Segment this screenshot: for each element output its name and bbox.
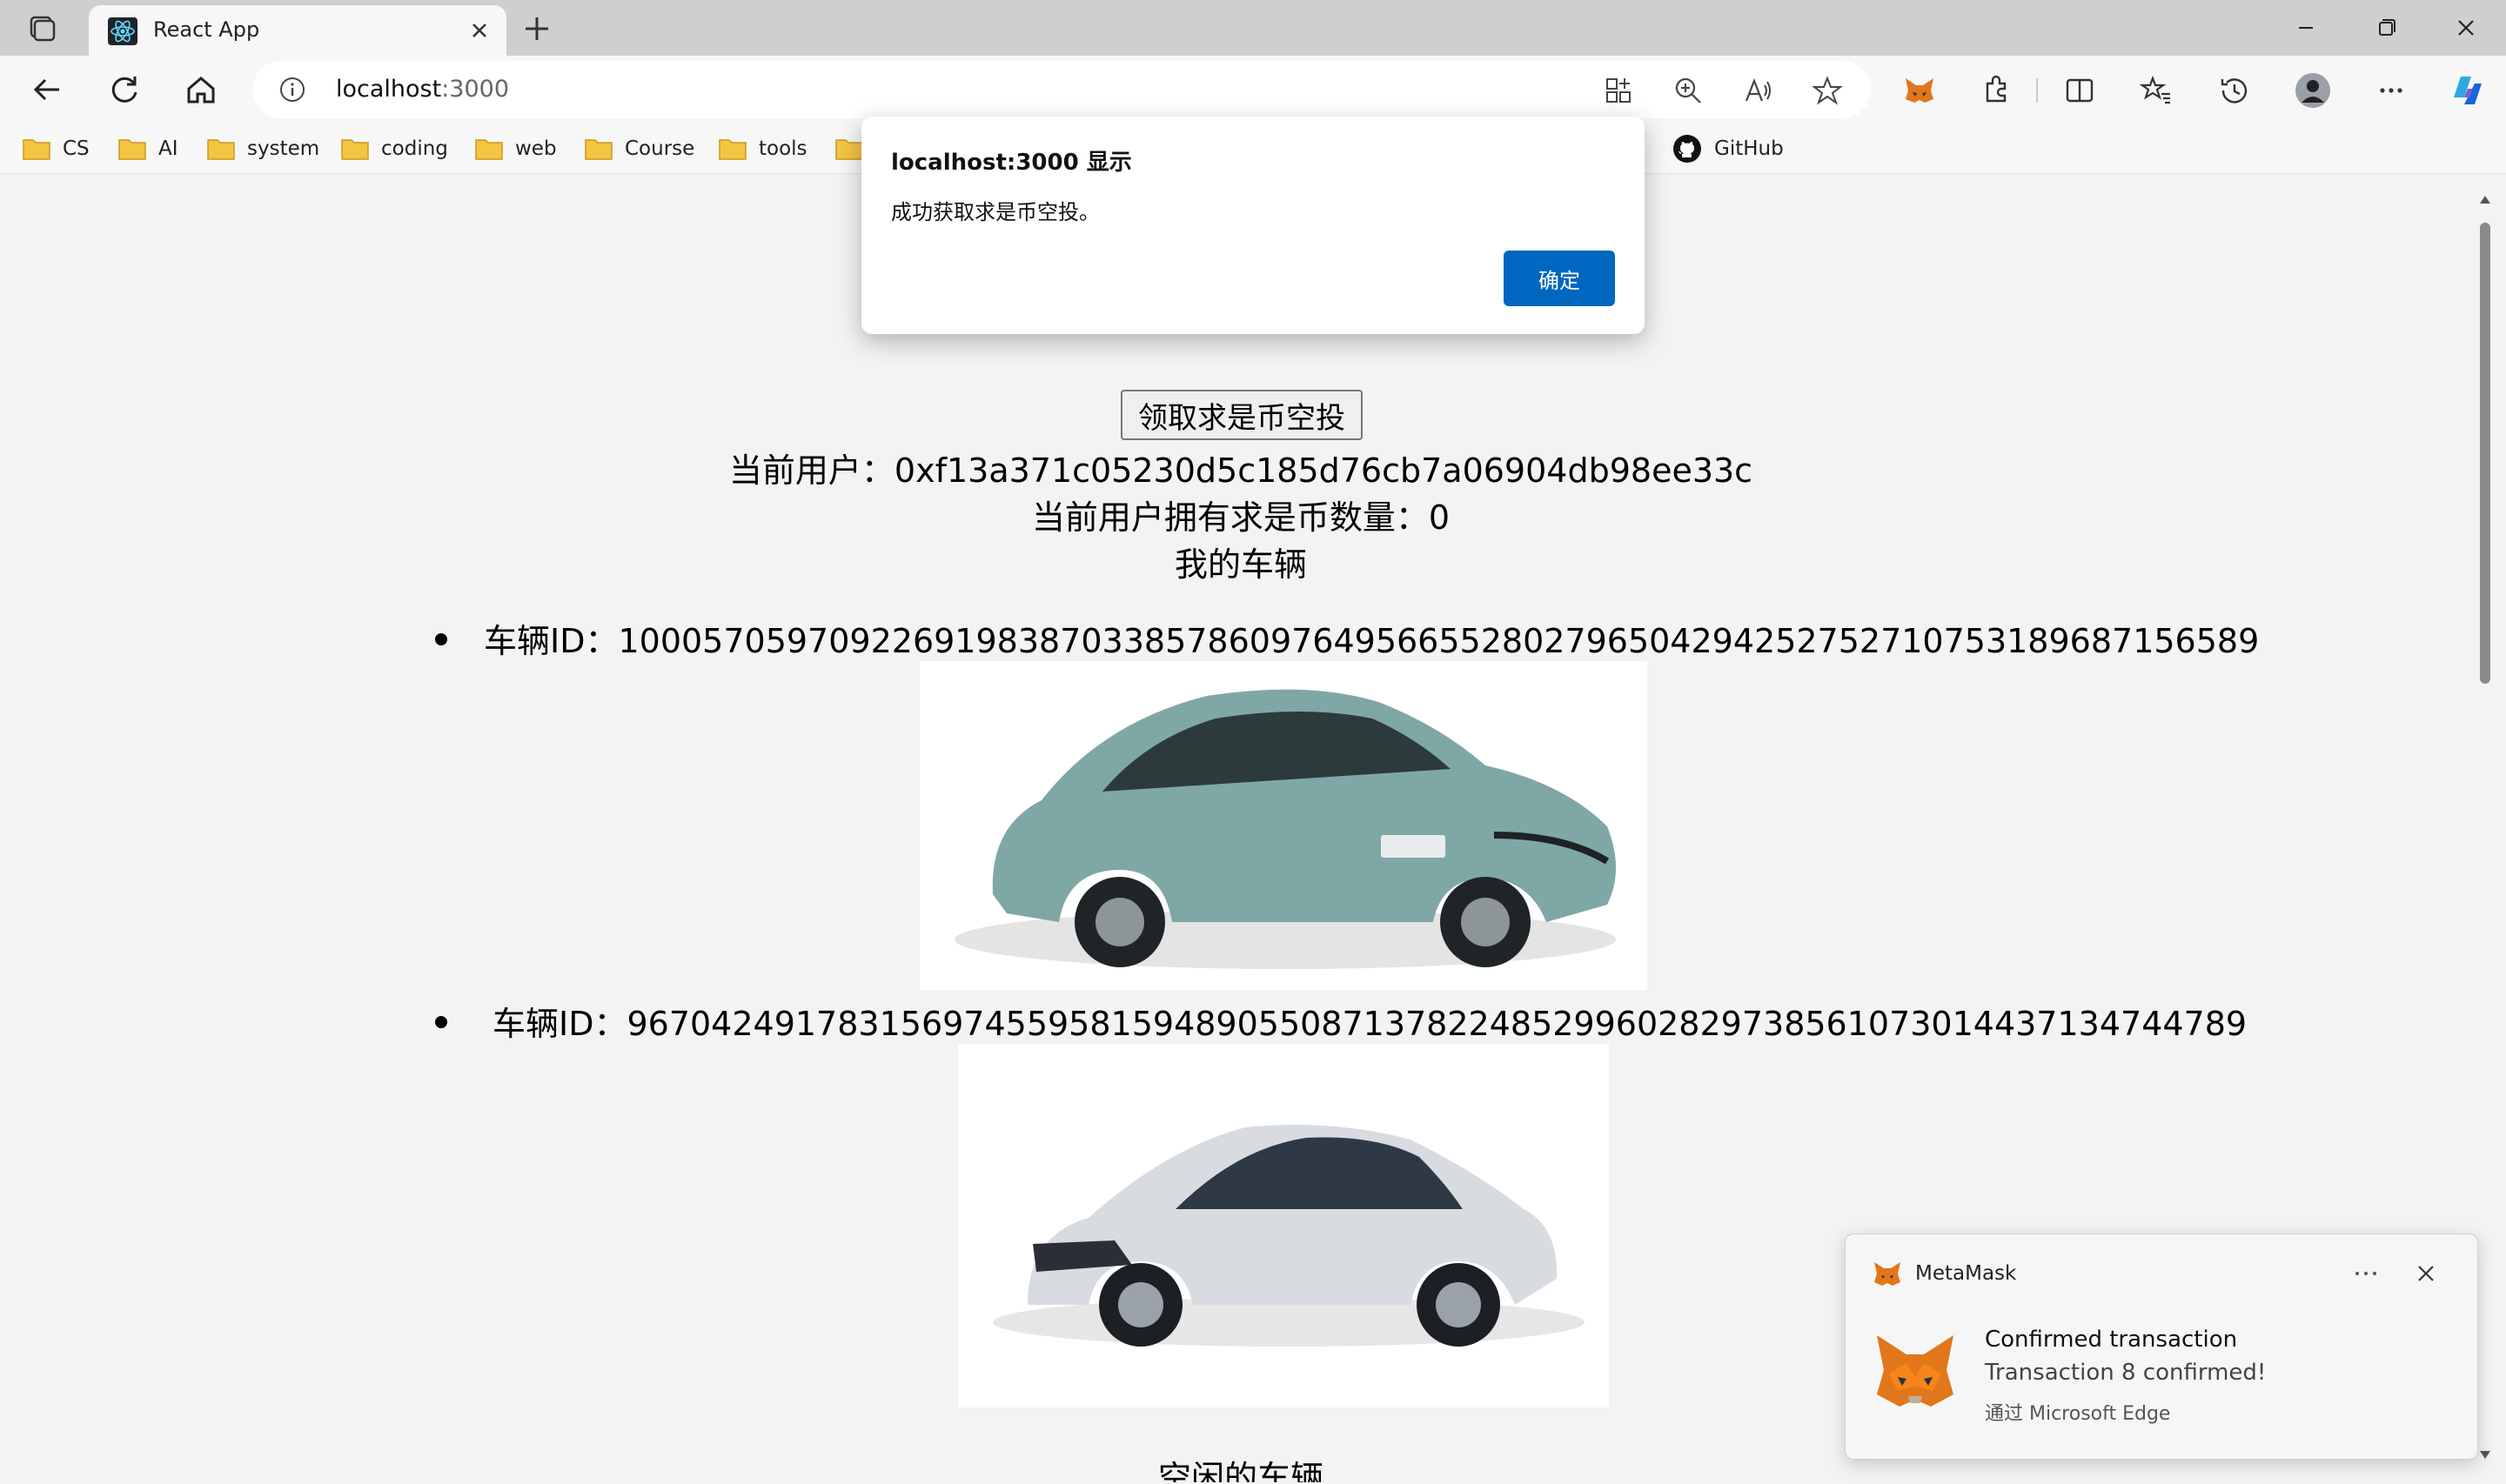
bookmark-label: GitHub [1714, 137, 1784, 160]
folder-icon [118, 139, 146, 160]
history-icon[interactable] [2215, 71, 2254, 110]
bookmark-label: tools [759, 137, 807, 160]
tab-title: React App [153, 17, 260, 42]
folder-icon [835, 139, 863, 160]
notification-title: Confirmed transaction [1985, 1327, 2238, 1353]
bookmark-label: system [247, 137, 320, 160]
react-logo-icon [108, 17, 137, 45]
favorites-icon[interactable] [2137, 71, 2175, 110]
scroll-thumb[interactable] [2480, 223, 2490, 684]
folder-icon [341, 139, 369, 160]
refresh-icon[interactable] [104, 70, 144, 110]
favorite-star-icon[interactable] [1812, 75, 1843, 106]
restore-icon[interactable] [2360, 9, 2412, 47]
my-vehicles-heading: 我的车辆 [1174, 545, 1307, 584]
bookmark-web[interactable]: web [475, 132, 557, 165]
alert-message: 成功获取求是币空投。 [891, 200, 1100, 224]
bookmark-coding[interactable]: coding [341, 132, 448, 165]
close-tab-icon[interactable] [465, 16, 494, 45]
vehicle-id-2: 车辆ID：96704249178315697455958159489055087… [492, 1005, 2248, 1043]
read-aloud-icon[interactable] [1742, 75, 1773, 106]
bookmark-tools[interactable]: tools [719, 132, 807, 165]
metamask-fox-icon [1872, 1259, 1903, 1288]
back-icon[interactable] [28, 70, 68, 110]
notification-more-icon[interactable] [2350, 1260, 2382, 1287]
tab-react-app[interactable]: React App [89, 5, 506, 56]
vehicle-image-2 [958, 1044, 1609, 1407]
url-port: :3000 [441, 76, 510, 103]
url-host: localhost [336, 76, 442, 103]
browser-toolbar: localhost:3000 [0, 56, 2506, 124]
close-window-icon[interactable] [2440, 9, 2492, 47]
folder-icon [23, 139, 50, 160]
copilot-icon[interactable] [2449, 71, 2487, 110]
alert-ok-button[interactable]: 确定 [1504, 251, 1615, 306]
bookmark-cs[interactable]: CS [23, 132, 90, 165]
bookmark-label: coding [381, 137, 448, 160]
vehicle-id-1: 车辆ID：10005705970922691983870338578609764… [484, 622, 2260, 660]
notification-body: Transaction 8 confirmed! [1985, 1360, 2267, 1386]
bookmark-label: CS [63, 137, 90, 160]
folder-icon [475, 139, 503, 160]
home-icon[interactable] [181, 70, 221, 110]
list-bullet [435, 1016, 447, 1028]
new-tab-icon[interactable] [519, 10, 555, 47]
minimize-icon[interactable] [2280, 9, 2332, 47]
zoom-icon[interactable] [1672, 75, 1704, 106]
notification-close-icon[interactable] [2413, 1260, 2439, 1287]
app-available-icon[interactable] [1603, 75, 1634, 106]
metamask-extension-icon[interactable] [1900, 71, 1939, 110]
notification-source: 通过 Microsoft Edge [1985, 1403, 2171, 1425]
alert-dialog: localhost:3000 显示 成功获取求是币空投。 确定 [861, 117, 1645, 334]
claim-airdrop-button[interactable]: 领取求是币空投 [1121, 390, 1363, 440]
metamask-notification[interactable]: MetaMask Confirmed transaction Transacti… [1845, 1233, 2478, 1460]
alert-title: localhost:3000 显示 [891, 150, 1132, 176]
folder-icon [207, 139, 235, 160]
scroll-down-icon[interactable] [2478, 1449, 2492, 1461]
bookmark-ai[interactable]: AI [118, 132, 178, 165]
profile-avatar[interactable] [2294, 71, 2332, 110]
folder-icon [585, 139, 613, 160]
metamask-logo-icon [1872, 1328, 1959, 1414]
list-bullet [435, 633, 447, 645]
title-bar: React App [0, 0, 2506, 56]
notification-app-name: MetaMask [1915, 1262, 2017, 1285]
bookmark-github[interactable]: GitHub [1672, 132, 1784, 165]
split-screen-icon[interactable] [2060, 71, 2099, 110]
toolbar-separator [2036, 78, 2038, 103]
bookmark-course[interactable]: Course [585, 132, 694, 165]
balance-text: 当前用户拥有求是币数量：0 [1031, 498, 1451, 537]
github-icon [1673, 135, 1701, 163]
folder-icon [719, 139, 747, 160]
current-user-text: 当前用户：0xf13a371c05230d5c185d76cb7a06904db… [728, 451, 1753, 490]
bookmark-label: web [515, 137, 557, 160]
more-options-icon[interactable] [2372, 71, 2410, 110]
scroll-up-icon[interactable] [2478, 193, 2492, 205]
bookmark-label: Course [625, 137, 695, 160]
bookmark-system[interactable]: system [207, 132, 319, 165]
site-info-icon[interactable] [278, 76, 306, 104]
vehicle-image-1 [920, 661, 1647, 990]
extensions-icon[interactable] [1977, 71, 2015, 110]
bookmark-label: AI [158, 137, 178, 160]
tab-actions-icon[interactable] [23, 12, 61, 43]
address-bar[interactable]: localhost:3000 [252, 61, 1871, 118]
url-text[interactable]: localhost:3000 [336, 76, 509, 103]
